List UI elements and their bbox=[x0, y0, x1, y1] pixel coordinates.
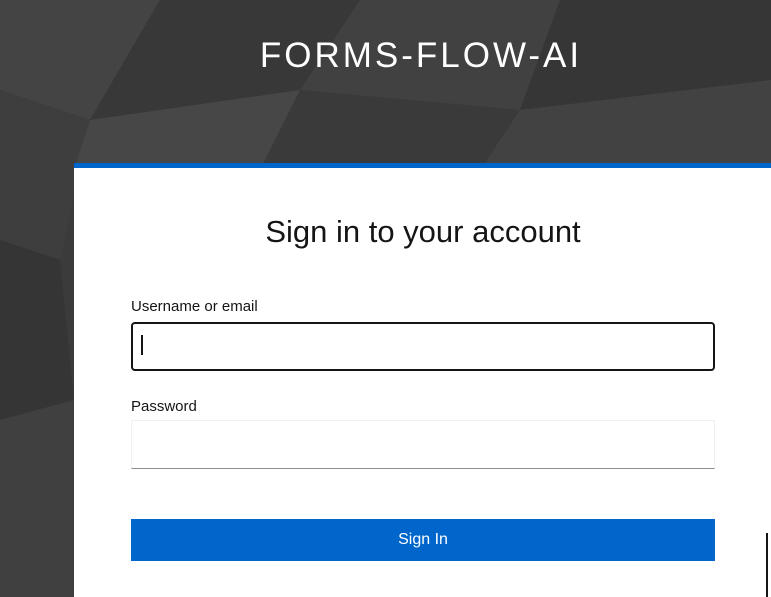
text-caret bbox=[141, 335, 143, 355]
password-label: Password bbox=[131, 398, 197, 415]
username-field[interactable] bbox=[131, 322, 715, 371]
sign-in-button[interactable]: Sign In bbox=[131, 519, 715, 561]
page-title: Sign in to your account bbox=[265, 214, 581, 249]
brand-title: FORMS-FLOW-AI bbox=[259, 36, 583, 75]
password-field[interactable] bbox=[131, 420, 715, 469]
login-card: Sign in to your account Username or emai… bbox=[74, 163, 771, 597]
window-edge bbox=[766, 533, 771, 597]
username-label: Username or email bbox=[131, 298, 258, 315]
